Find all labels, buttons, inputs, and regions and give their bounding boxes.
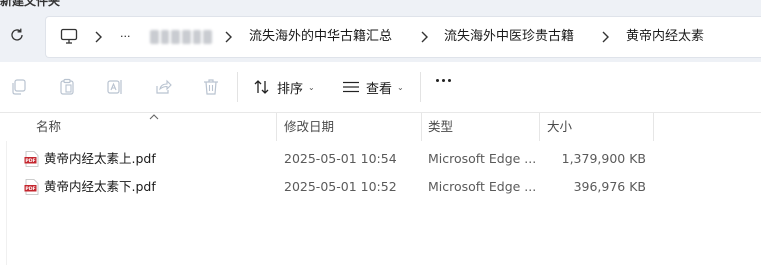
delete-button[interactable] <box>200 76 222 98</box>
chevron-down-icon: ⌄ <box>397 82 404 92</box>
file-type: Microsoft Edge ... <box>428 179 537 194</box>
column-header-row: 名称 修改日期 类型 大小 <box>0 113 761 141</box>
sort-ascending-icon <box>149 114 159 120</box>
toolbar-separator <box>237 72 238 102</box>
column-modified[interactable]: 修改日期 <box>284 113 334 141</box>
more-dots-icon <box>448 79 451 82</box>
more-dots-icon <box>442 79 445 82</box>
file-explorer-window: 新建文件夹 ··· 流失海外的中华古籍汇总 流失海外中医珍贵古籍 黄帝内经太素 … <box>0 0 761 265</box>
column-divider[interactable] <box>276 113 277 141</box>
column-size[interactable]: 大小 <box>547 113 572 141</box>
breadcrumb-item[interactable]: 流失海外中医珍贵古籍 <box>444 17 574 57</box>
chevron-right-icon <box>602 31 609 43</box>
refresh-button[interactable] <box>6 24 28 46</box>
more-options-button[interactable] <box>436 79 451 82</box>
title-bar: 新建文件夹 <box>0 0 761 10</box>
more-dots-icon <box>436 79 439 82</box>
file-row[interactable]: PDF 黄帝内经太素上.pdf 2025-05-01 10:54 Microso… <box>20 145 660 173</box>
address-bar[interactable]: ··· 流失海外的中华古籍汇总 流失海外中医珍贵古籍 黄帝内经太素 <box>45 16 761 58</box>
sort-button[interactable]: 排序 ⌄ <box>253 75 315 99</box>
column-type[interactable]: 类型 <box>428 113 453 141</box>
file-type: Microsoft Edge ... <box>428 151 537 166</box>
file-modified: 2025-05-01 10:52 <box>284 179 397 194</box>
share-icon <box>156 79 172 94</box>
file-size: 1,379,900 KB <box>561 151 646 166</box>
pdf-file-icon: PDF <box>24 179 39 195</box>
paste-button[interactable] <box>56 76 78 98</box>
view-list-icon <box>343 81 359 93</box>
column-divider[interactable] <box>421 113 422 141</box>
chevron-right-icon <box>421 31 428 43</box>
share-button[interactable] <box>152 76 174 98</box>
view-label: 查看 <box>366 81 393 97</box>
paste-icon <box>60 78 74 95</box>
sort-label: 排序 <box>277 81 304 97</box>
chevron-right-icon <box>225 31 232 43</box>
view-button[interactable]: 查看 ⌄ <box>342 75 404 99</box>
column-name[interactable]: 名称 <box>36 113 61 141</box>
blurred-breadcrumb[interactable] <box>150 30 213 44</box>
breadcrumb-item[interactable]: 流失海外的中华古籍汇总 <box>249 17 392 57</box>
chevron-right-icon <box>95 31 102 43</box>
address-bar-row: ··· 流失海外的中华古籍汇总 流失海外中医珍贵古籍 黄帝内经太素 <box>0 10 761 62</box>
rename-icon <box>107 80 122 94</box>
file-name: 黄帝内经太素上.pdf <box>44 151 156 166</box>
refresh-icon <box>11 28 23 41</box>
command-bar: 排序 ⌄ 查看 ⌄ <box>0 62 761 113</box>
rename-button[interactable] <box>104 76 126 98</box>
pdf-file-icon: PDF <box>24 151 39 167</box>
file-row[interactable]: PDF 黄帝内经太素下.pdf 2025-05-01 10:52 Microso… <box>20 173 660 201</box>
file-name: 黄帝内经太素下.pdf <box>44 179 156 194</box>
sort-icon <box>254 80 269 94</box>
chevron-down-icon: ⌄ <box>308 82 315 92</box>
breadcrumb-current[interactable]: 黄帝内经太素 <box>626 17 704 57</box>
svg-text:PDF: PDF <box>25 158 35 164</box>
file-size: 396,976 KB <box>573 179 646 194</box>
column-divider[interactable] <box>539 113 540 141</box>
copy-icon <box>12 79 26 95</box>
window-title: 新建文件夹 <box>0 0 61 8</box>
copy-button[interactable] <box>8 76 30 98</box>
delete-icon <box>204 79 218 95</box>
toolbar-separator <box>420 72 421 102</box>
computer-icon <box>60 28 78 44</box>
column-divider[interactable] <box>653 113 654 141</box>
breadcrumb-overflow[interactable]: ··· <box>120 17 131 57</box>
svg-text:PDF: PDF <box>25 186 35 192</box>
file-modified: 2025-05-01 10:54 <box>284 151 397 166</box>
